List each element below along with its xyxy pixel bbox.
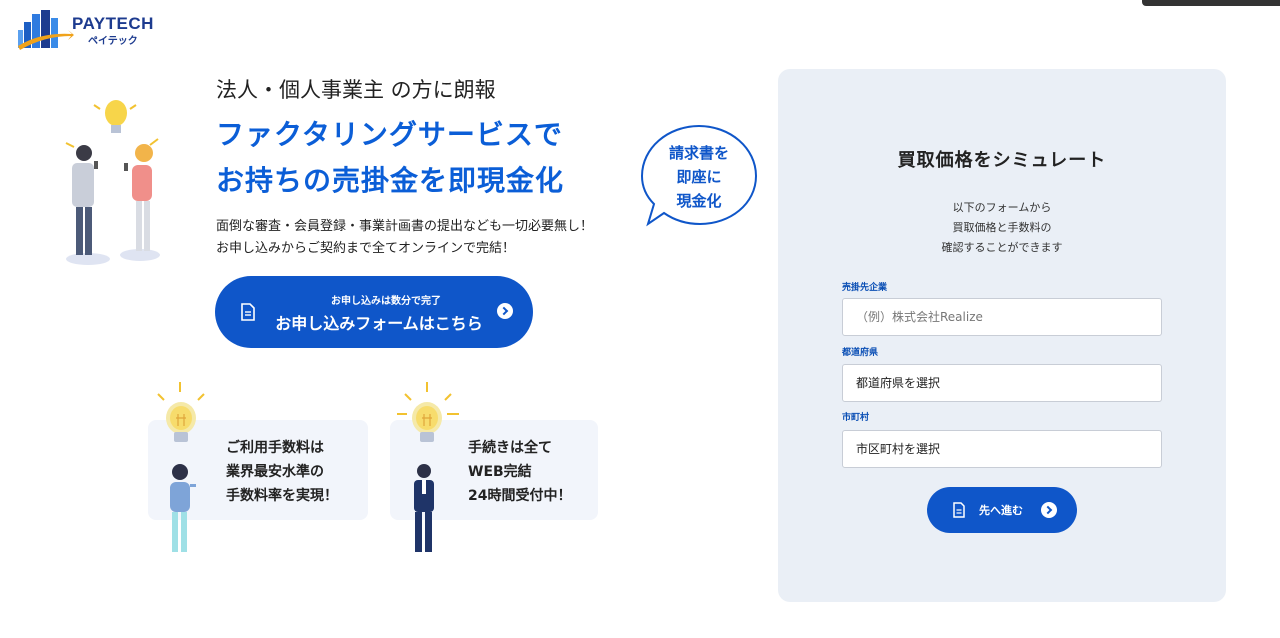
simulator-panel: 買取価格をシミュレート 以下のフォームから 買取価格と手数料の 確認することがで… — [778, 69, 1226, 602]
apply-button-label: お申し込みフォームはこちら — [275, 314, 483, 333]
next-button-label: 先へ進む — [979, 504, 1023, 517]
company-input[interactable]: （例）株式会社Realize — [842, 298, 1162, 336]
prefecture-label: 都道府県 — [842, 348, 879, 358]
feature-web-text: 手続きは全て WEB完結 24時間受付中！ — [468, 436, 571, 508]
woman-illustration — [170, 464, 196, 552]
brand-logo[interactable]: PAYTECH ペイテック — [16, 8, 166, 52]
brand-name: PAYTECH — [72, 14, 154, 33]
bubble-text: 請求書を 即座に 現金化 — [640, 141, 758, 213]
apply-form-button[interactable]: お申し込みは数分で完了 お申し込みフォームはこちら — [215, 276, 533, 348]
simulator-desc-line2: 買取価格と手数料の — [952, 221, 1052, 234]
simulator-desc-line1: 以下のフォームから — [952, 201, 1052, 214]
feature-web-line3: 24時間受付中！ — [468, 488, 572, 504]
city-label: 市町村 — [842, 413, 870, 423]
hero-description: 面倒な審査・会員登録・事業計画書の提出なども一切必要無し！ お申し込みからご契約… — [216, 216, 593, 260]
businessman-illustration — [414, 464, 434, 552]
feature-fees-line3: 手数料率を実現！ — [226, 488, 338, 504]
hero-subhead: 法人・個人事業主 の方に朗報 — [216, 78, 496, 102]
bubble-line1: 請求書を — [668, 144, 729, 162]
apply-button-caption: お申し込みは数分で完了 — [331, 296, 441, 307]
feature-web-line2: WEB完結 — [468, 464, 532, 480]
feature-fees-text: ご利用手数料は 業界最安水準の 手数料率を実現！ — [226, 436, 338, 508]
bubble-line3: 現金化 — [676, 192, 722, 210]
lightbulb-icon — [157, 382, 205, 442]
document-icon — [953, 502, 965, 518]
hero-headline-line1: ファクタリングサービスで — [216, 118, 563, 151]
prefecture-select[interactable]: 都道府県を選択 — [842, 364, 1162, 402]
simulator-desc-line3: 確認することができます — [941, 241, 1063, 254]
next-button[interactable]: 先へ進む — [927, 487, 1077, 533]
hero-desc-line1: 面倒な審査・会員登録・事業計画書の提出なども一切必要無し！ — [216, 219, 594, 234]
city-select[interactable]: 市区町村を選択 — [842, 430, 1162, 468]
simulator-title: 買取価格をシミュレート — [897, 150, 1107, 171]
feature-fees-line2: 業界最安水準の — [226, 464, 324, 480]
arrow-circle-icon — [497, 303, 513, 319]
company-label: 売掛先企業 — [842, 283, 888, 293]
hero-headline: ファクタリングサービスで お持ちの売掛金を即現金化 — [216, 112, 564, 204]
feature-fees-line1: ご利用手数料は — [226, 440, 324, 456]
people-illustration — [58, 95, 178, 275]
brand-name-kana: ペイテック — [88, 36, 138, 47]
building-logo-icon — [18, 10, 74, 50]
hero-headline-line2: お持ちの売掛金を即現金化 — [216, 164, 565, 197]
feature-web-line1: 手続きは全て — [468, 440, 552, 456]
window-edge-bar — [1142, 0, 1280, 6]
bubble-line2: 即座に — [676, 168, 722, 186]
lightbulb-icon — [397, 382, 459, 442]
simulator-description: 以下のフォームから 買取価格と手数料の 確認することができます — [778, 198, 1226, 258]
hero-desc-line2: お申し込みからご契約まで全てオンラインで完結！ — [216, 241, 516, 256]
arrow-circle-icon — [1041, 502, 1057, 518]
